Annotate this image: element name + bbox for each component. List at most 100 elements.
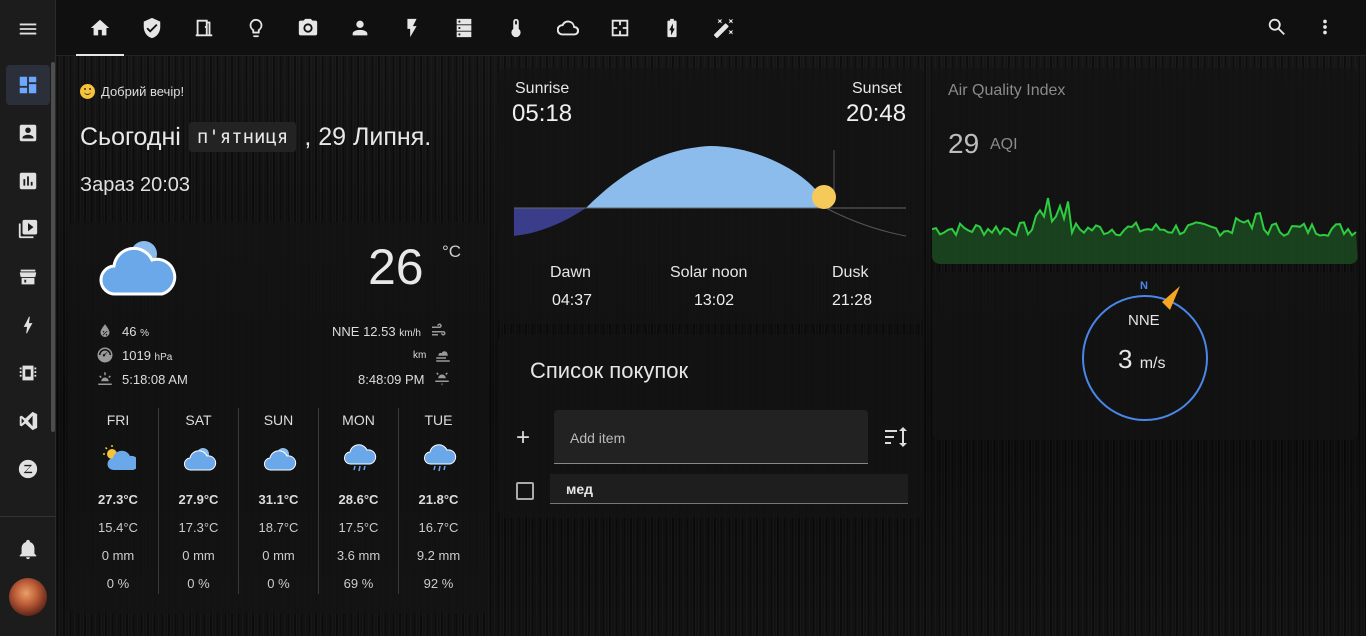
tab-weather[interactable] [544,0,592,56]
forecast-day-label: TUE [424,412,453,428]
sidebar-item-map[interactable] [6,113,50,153]
forecast-precipitation-probability: 0 % [187,576,210,591]
forecast-day-label: FRI [106,412,130,428]
tab-home[interactable] [76,0,124,56]
sunrise-row: 5:18:08 AM [96,370,188,388]
top-bar [56,0,1366,56]
notifications-button[interactable] [6,529,50,569]
aqi-value: 29 [948,128,980,159]
dusk-value: 21:28 [832,292,873,309]
tab-cameras[interactable] [284,0,332,56]
humidity-row: 46 % [96,322,149,340]
wind-speed-value: 3 [1118,344,1133,374]
noon-label: Solar noon [670,264,748,281]
night-area [514,208,586,236]
windy-icon [431,323,446,336]
user-avatar[interactable] [9,578,47,616]
forecast-low: 16.7°C [418,520,459,535]
lightbulb-icon [249,18,263,38]
item-checkbox[interactable] [516,482,534,500]
pressure-row: 1019 hPa [96,346,172,364]
tab-floorplan[interactable] [596,0,644,56]
sidebar-item-esphome[interactable] [6,353,50,393]
tab-lights[interactable] [232,0,280,56]
cloud-outline-icon [557,20,579,36]
tab-automations[interactable] [700,0,748,56]
wind-row: NNE 12.53 km/h [332,322,447,340]
forecast-precipitation-probability: 69 % [343,576,374,591]
forecast-day-label: MON [342,412,375,428]
dawn-value: 04:37 [552,292,593,309]
sidebar-item-zigbee[interactable] [6,449,50,489]
more-options-button[interactable] [1314,16,1338,40]
chip-icon [19,365,37,381]
forecast-high: 31.1°C [258,492,299,507]
sort-icon[interactable] [884,426,908,448]
air-quality-card[interactable]: Air Quality Index 29 AQI [932,68,1358,264]
add-item-input[interactable]: Add item [554,410,868,464]
wind-speed: 12.53 [363,323,396,339]
sidebar-item-energy[interactable] [6,305,50,345]
tab-doors[interactable] [180,0,228,56]
add-item-button[interactable]: + [516,424,530,452]
shopping-list-card: Список покупок + Add item мед [498,334,924,518]
forecast-day-sat: SAT 27.9°C 17.3°C 0 mm 0 % [158,408,238,594]
sidebar-item-media[interactable] [6,209,50,249]
account-box-icon [19,124,37,142]
tab-battery[interactable] [648,0,696,56]
forecast-high: 27.3°C [98,492,138,507]
compass-needle [1162,286,1180,310]
tab-security[interactable] [128,0,176,56]
lightning-icon [23,316,33,334]
gauge-icon [97,347,113,363]
forecast-day-label: SUN [263,412,294,428]
pressure-value: 1019 [122,347,151,363]
search-button[interactable] [1266,16,1290,40]
aqi-unit: AQI [990,136,1018,153]
forecast-high: 21.8°C [418,492,459,507]
tab-people[interactable] [336,0,384,56]
forecast-low: 17.3°C [178,520,219,535]
store-icon [19,269,37,285]
visibility-row: km [413,346,452,364]
pressure-unit: hPa [154,351,173,363]
sunset-value: 20:48 [846,100,907,127]
menu-button[interactable] [6,9,50,49]
aqi-title: Air Quality Index [948,82,1066,99]
forecast-low: 18.7°C [258,520,299,535]
sidebar [0,0,56,636]
wind-speed-label: 3 m/s [1118,344,1165,375]
sidebar-item-vscode[interactable] [6,401,50,441]
forecast-precipitation: 0 mm [101,548,135,563]
sunset-label: Sunset [852,80,902,97]
magic-wand-icon [713,18,734,38]
water-percent-icon [100,324,110,337]
humidity-unit: % [140,327,149,339]
tab-energy[interactable] [388,0,436,56]
chart-box-icon [19,172,37,190]
forecast-precipitation-probability: 0 % [267,576,290,591]
forecast-day-sun: SUN 31.1°C 18.7°C 0 mm 0 % [238,408,318,594]
list-item[interactable]: мед [550,474,908,504]
forecast-precipitation: 0 mm [262,548,295,563]
wind-unit: km/h [399,327,421,339]
aqi-sparkline [932,197,1358,264]
dusk-label: Dusk [832,264,869,281]
tab-servers[interactable] [440,0,488,56]
visibility-unit: km [413,349,427,361]
sidebar-scrollbar[interactable] [51,62,55,432]
sidebar-item-overview[interactable] [6,65,50,105]
aqi-sparkline-fill [932,198,1358,264]
weather-card[interactable]: 26 °C 46 % 1019 hPa 5:18:08 AM NNE 12.53… [68,222,488,614]
sidebar-item-hacs[interactable] [6,257,50,297]
hamburger-icon [19,23,37,35]
sidebar-item-history[interactable] [6,161,50,201]
tab-climate[interactable] [492,0,540,56]
cloudy-weather-icon [99,241,177,296]
today-line: Сьогодні п'ятниця , 29 Липня. [80,122,431,152]
shield-check-icon [143,17,161,39]
wind-compass-card[interactable]: N NNE 3 m/s [932,272,1358,440]
floor-plan-icon [611,19,629,37]
forecast-day-mon: MON 28.6°C 17.5°C 3.6 mm 69 % [318,408,398,594]
forecast-day-fri: FRI 27.3°C 15.4°C 0 mm 0 % [78,408,158,594]
